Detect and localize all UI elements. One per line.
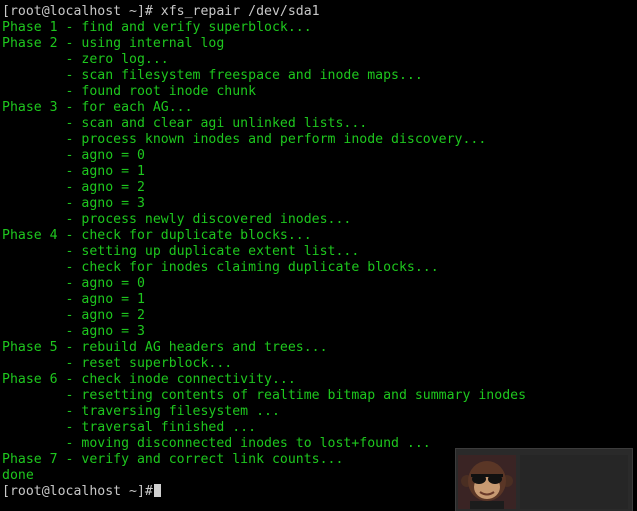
output-line: Phase 2 - using internal log xyxy=(2,36,526,52)
line-text: - agno = 1 xyxy=(2,164,145,179)
line-text: - agno = 1 xyxy=(2,292,145,307)
output-line: - setting up duplicate extent list... xyxy=(2,244,526,260)
output-line: - traversal finished ... xyxy=(2,420,526,436)
line-text: - moving disconnected inodes to lost+fou… xyxy=(2,436,431,451)
output-line: - agno = 3 xyxy=(2,324,526,340)
output-line: - check for inodes claiming duplicate bl… xyxy=(2,260,526,276)
line-text: - found root inode chunk xyxy=(2,84,257,99)
output-line: Phase 4 - check for duplicate blocks... xyxy=(2,228,526,244)
line-text: - agno = 3 xyxy=(2,324,145,339)
output-line: Phase 1 - find and verify superblock... xyxy=(2,20,526,36)
line-text: Phase 5 - rebuild AG headers and trees..… xyxy=(2,340,328,355)
line-text: - agno = 0 xyxy=(2,276,145,291)
line-text: [root@localhost ~]# xfs_repair /dev/sda1 xyxy=(2,4,320,19)
line-text: - resetting contents of realtime bitmap … xyxy=(2,388,527,403)
output-line: - agno = 2 xyxy=(2,308,526,324)
output-line: done xyxy=(2,468,526,484)
output-line: Phase 5 - rebuild AG headers and trees..… xyxy=(2,340,526,356)
line-text: [root@localhost ~]# xyxy=(2,484,153,499)
line-text: - agno = 0 xyxy=(2,148,145,163)
cursor-block xyxy=(153,484,161,497)
line-text: - agno = 3 xyxy=(2,196,145,211)
output-line: - scan and clear agi unlinked lists... xyxy=(2,116,526,132)
output-line: - found root inode chunk xyxy=(2,84,526,100)
output-line: - agno = 0 xyxy=(2,276,526,292)
line-text: Phase 3 - for each AG... xyxy=(2,100,193,115)
output-line: - agno = 3 xyxy=(2,196,526,212)
line-text: - agno = 2 xyxy=(2,308,145,323)
line-text: Phase 2 - using internal log xyxy=(2,36,225,51)
terminal-window[interactable]: [root@localhost ~]# xfs_repair /dev/sda1… xyxy=(0,0,637,511)
line-text: - scan and clear agi unlinked lists... xyxy=(2,116,368,131)
terminal-output: [root@localhost ~]# xfs_repair /dev/sda1… xyxy=(2,4,526,500)
line-text: - zero log... xyxy=(2,52,169,67)
output-line: - reset superblock... xyxy=(2,356,526,372)
output-line: - agno = 2 xyxy=(2,180,526,196)
webcam-side-panel xyxy=(520,455,628,509)
line-text: - scan filesystem freespace and inode ma… xyxy=(2,68,423,83)
avatar xyxy=(458,455,516,509)
output-line: - agno = 1 xyxy=(2,292,526,308)
output-line: - zero log... xyxy=(2,52,526,68)
line-text: Phase 1 - find and verify superblock... xyxy=(2,20,312,35)
line-text: - agno = 2 xyxy=(2,180,145,195)
output-line: - process newly discovered inodes... xyxy=(2,212,526,228)
output-line: - resetting contents of realtime bitmap … xyxy=(2,388,527,404)
line-text: - check for inodes claiming duplicate bl… xyxy=(2,260,439,275)
output-line: Phase 7 - verify and correct link counts… xyxy=(2,452,526,468)
output-line: - scan filesystem freespace and inode ma… xyxy=(2,68,526,84)
line-text: - traversal finished ... xyxy=(2,420,257,435)
webcam-overlay xyxy=(455,448,633,511)
output-line: - agno = 1 xyxy=(2,164,526,180)
output-line: - moving disconnected inodes to lost+fou… xyxy=(2,436,526,452)
line-text: - traversing filesystem ... xyxy=(2,404,280,419)
output-line: - process known inodes and perform inode… xyxy=(2,132,526,148)
output-line: Phase 3 - for each AG... xyxy=(2,100,526,116)
line-text: Phase 7 - verify and correct link counts… xyxy=(2,452,344,467)
output-line: Phase 6 - check inode connectivity... xyxy=(2,372,526,388)
line-text: - process newly discovered inodes... xyxy=(2,212,352,227)
output-line: - traversing filesystem ... xyxy=(2,404,526,420)
prompt-line: [root@localhost ~]# xyxy=(2,484,526,500)
line-text: Phase 4 - check for duplicate blocks... xyxy=(2,228,312,243)
monkey-with-sunglasses-icon xyxy=(458,455,516,509)
prompt-line: [root@localhost ~]# xfs_repair /dev/sda1 xyxy=(2,4,526,20)
line-text: - reset superblock... xyxy=(2,356,233,371)
line-text: - setting up duplicate extent list... xyxy=(2,244,360,259)
line-text: - process known inodes and perform inode… xyxy=(2,132,487,147)
line-text: Phase 6 - check inode connectivity... xyxy=(2,372,296,387)
output-line: - agno = 0 xyxy=(2,148,526,164)
line-text: done xyxy=(2,468,34,483)
